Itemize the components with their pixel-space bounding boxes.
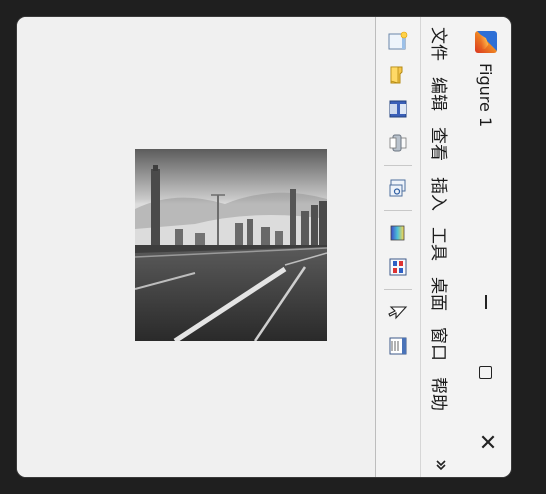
maximize-button[interactable] — [461, 337, 511, 407]
maximize-icon — [479, 365, 493, 379]
legend-icon — [389, 258, 407, 276]
menu-view[interactable]: 查看 — [429, 119, 454, 169]
menu-tools[interactable]: 工具 — [429, 219, 454, 269]
new-figure-icon — [388, 31, 408, 50]
property-inspector-button[interactable] — [386, 334, 410, 358]
menu-insert[interactable]: 插入 — [429, 169, 454, 219]
menu-file[interactable]: 文件 — [429, 17, 454, 69]
legend-button[interactable] — [386, 255, 410, 279]
figure-canvas[interactable] — [17, 17, 375, 477]
edit-plot-button[interactable] — [386, 300, 410, 324]
desktop-background: Figure 1 ✕ 文件 编辑 查看 插入 工具 桌面 窗口 帮助 — [0, 0, 546, 494]
window-controls: ✕ — [461, 267, 511, 477]
figure-toolbar — [375, 17, 421, 477]
toolbar-separator — [384, 289, 412, 290]
link-plot-icon — [389, 179, 406, 197]
figure-window: Figure 1 ✕ 文件 编辑 查看 插入 工具 桌面 窗口 帮助 — [17, 17, 511, 477]
edit-plot-arrow-icon — [388, 306, 408, 320]
menu-edit[interactable]: 编辑 — [429, 69, 454, 119]
minimize-button[interactable] — [461, 267, 511, 337]
save-icon — [389, 100, 407, 118]
matlab-logo-icon — [475, 31, 497, 53]
menu-bar: 文件 编辑 查看 插入 工具 桌面 窗口 帮助 — [421, 17, 461, 477]
displayed-image — [135, 149, 327, 341]
open-folder-icon — [390, 66, 403, 84]
colorbar-icon — [390, 225, 405, 241]
toolbar-separator — [384, 165, 412, 166]
menu-help[interactable]: 帮助 — [429, 369, 454, 419]
window-title: Figure 1 — [476, 63, 496, 128]
new-figure-button[interactable] — [386, 29, 410, 53]
menu-window[interactable]: 窗口 — [429, 319, 454, 369]
title-bar[interactable]: Figure 1 ✕ — [461, 17, 511, 477]
menu-desktop[interactable]: 桌面 — [429, 269, 454, 319]
link-plot-button[interactable] — [386, 176, 410, 200]
minimize-icon — [485, 295, 487, 309]
colorbar-button[interactable] — [386, 221, 410, 245]
property-inspector-icon — [389, 337, 407, 355]
toolbar-separator — [384, 210, 412, 211]
close-icon: ✕ — [474, 432, 499, 452]
print-button[interactable] — [386, 131, 410, 155]
save-button[interactable] — [386, 97, 410, 121]
open-button[interactable] — [386, 63, 410, 87]
chevron-double-icon[interactable] — [431, 457, 451, 473]
print-icon — [389, 134, 407, 152]
close-button[interactable]: ✕ — [461, 407, 511, 477]
highway-skyline-photo — [135, 149, 327, 341]
